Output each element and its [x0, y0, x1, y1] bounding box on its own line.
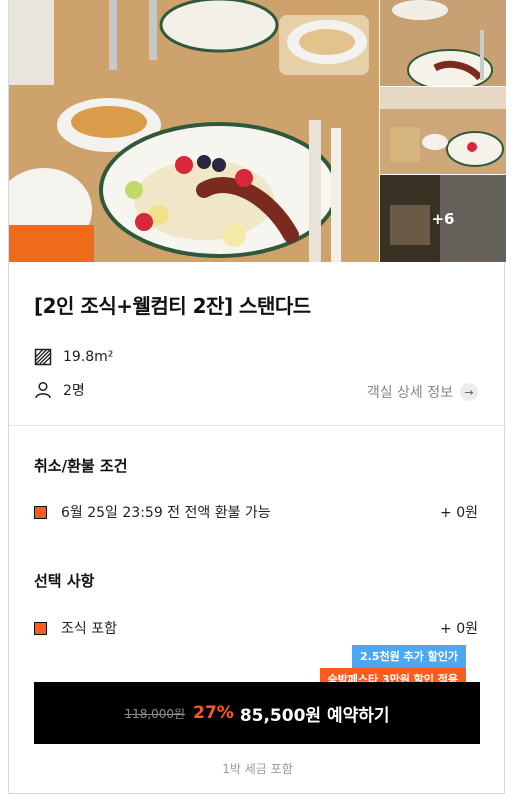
room-area-row: 19.8m² [34, 348, 113, 366]
reserve-button[interactable]: 118,000원 27% 85,500원 예약하기 [34, 682, 480, 744]
refund-heading: 취소/환불 조건 [34, 457, 128, 475]
room-title: [2인 조식+웰컴티 2잔] 스탠다드 [34, 294, 311, 318]
discount-percent: 27% [193, 703, 234, 723]
option-checkbox[interactable] [34, 621, 47, 635]
refund-option-price: + 0원 [440, 505, 478, 521]
more-photos-count[interactable]: +6 [380, 175, 506, 262]
room-card: +6 [2인 조식+웰컴티 2잔] 스탠다드 19.8m² 2명 객실 상세 정… [8, 0, 506, 794]
room-capacity-row: 2명 [34, 380, 85, 400]
breakfast-option-row[interactable]: 조식 포함 + 0원 [34, 618, 478, 638]
tax-note: 1박 세금 포함 [222, 762, 293, 776]
main-room-photo[interactable] [9, 0, 379, 262]
room-detail-link[interactable]: 객실 상세 정보 → [367, 382, 478, 402]
thumbnail-photo-2[interactable] [380, 87, 506, 174]
room-detail-label[interactable]: 객실 상세 정보 [367, 382, 453, 402]
original-price: 118,000원 [124, 706, 186, 721]
section-divider [9, 425, 506, 426]
room-area: 19.8m² [63, 349, 114, 365]
breakfast-option-text: 조식 포함 [61, 621, 117, 637]
thumbnail-photo-1[interactable] [380, 0, 506, 86]
refund-option-text: 6월 25일 23:59 전 전액 환불 가능 [61, 505, 271, 521]
options-heading: 선택 사항 [34, 572, 95, 590]
reserve-button-label: 85,500원 예약하기 [239, 705, 390, 726]
photo-gallery[interactable]: +6 [9, 0, 506, 262]
person-icon [34, 381, 52, 399]
extra-discount-badge: 2.5천원 추가 할인가 [352, 645, 466, 668]
arrow-right-icon[interactable]: → [460, 383, 478, 401]
breakfast-option-price: + 0원 [440, 621, 478, 637]
area-hatch-icon [34, 348, 52, 366]
option-checkbox[interactable] [34, 505, 47, 519]
room-capacity: 2명 [63, 383, 85, 399]
thumbnail-photo-3[interactable]: +6 [380, 175, 506, 262]
refund-option-row[interactable]: 6월 25일 23:59 전 전액 환불 가능 + 0원 [34, 502, 478, 522]
